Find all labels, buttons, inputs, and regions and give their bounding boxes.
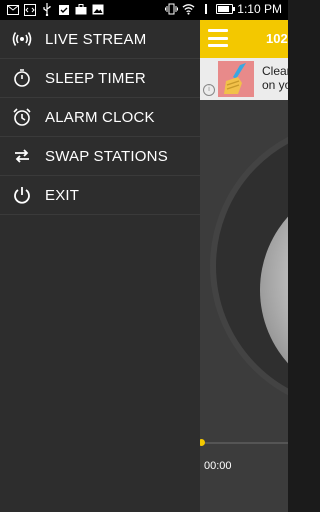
clipboard-check-icon <box>57 3 70 16</box>
album-disc-area <box>200 100 288 438</box>
system-icons: 1:10 PM <box>165 2 282 16</box>
alarm-clock-icon <box>12 107 32 127</box>
swap-icon <box>12 146 32 166</box>
menu-item-label: ALARM CLOCK <box>45 109 155 126</box>
battery-icon <box>216 4 236 14</box>
menu-item-label: EXIT <box>45 187 80 204</box>
menu-icon[interactable] <box>208 29 228 47</box>
player-screen: 102 Clean on yo i 00:00 <box>200 20 288 512</box>
menu-item-exit[interactable]: EXIT <box>0 176 200 215</box>
image-icon <box>91 3 104 16</box>
briefcase-icon <box>74 3 87 16</box>
seek-bar[interactable] <box>200 439 288 446</box>
app-bar: 102 <box>200 20 288 58</box>
ad-banner[interactable]: Clean on yo i <box>200 58 288 100</box>
menu-item-label: LIVE STREAM <box>45 31 147 48</box>
station-frequency: 102 <box>266 31 288 46</box>
broom-icon <box>218 61 254 97</box>
menu-item-sleep-timer[interactable]: SLEEP TIMER <box>0 59 200 98</box>
menu-item-alarm-clock[interactable]: ALARM CLOCK <box>0 98 200 137</box>
menu-item-swap-stations[interactable]: SWAP STATIONS <box>0 137 200 176</box>
seek-handle[interactable] <box>200 439 205 446</box>
mail-icon <box>6 3 19 16</box>
vibrate-icon <box>165 3 179 16</box>
menu-item-label: SLEEP TIMER <box>45 70 146 87</box>
wifi-icon <box>182 3 195 16</box>
timer-icon <box>12 68 32 88</box>
power-icon <box>12 185 32 205</box>
usb-icon <box>40 3 53 16</box>
silent-icon <box>199 3 212 16</box>
menu-item-label: SWAP STATIONS <box>45 148 168 165</box>
ad-info-icon[interactable]: i <box>203 84 215 96</box>
menu-item-live-stream[interactable]: LIVE STREAM <box>0 20 200 59</box>
status-bar: 1:10 PM <box>0 0 288 20</box>
clock-time: 1:10 PM <box>237 2 282 16</box>
broadcast-icon <box>12 29 32 49</box>
ad-text: Clean on yo <box>262 64 288 92</box>
navigation-drawer: LIVE STREAM SLEEP TIMER ALARM CLOCK SWAP… <box>0 20 200 512</box>
elapsed-time: 00:00 <box>204 460 232 472</box>
code-icon <box>23 3 36 16</box>
notification-icons <box>6 3 104 16</box>
